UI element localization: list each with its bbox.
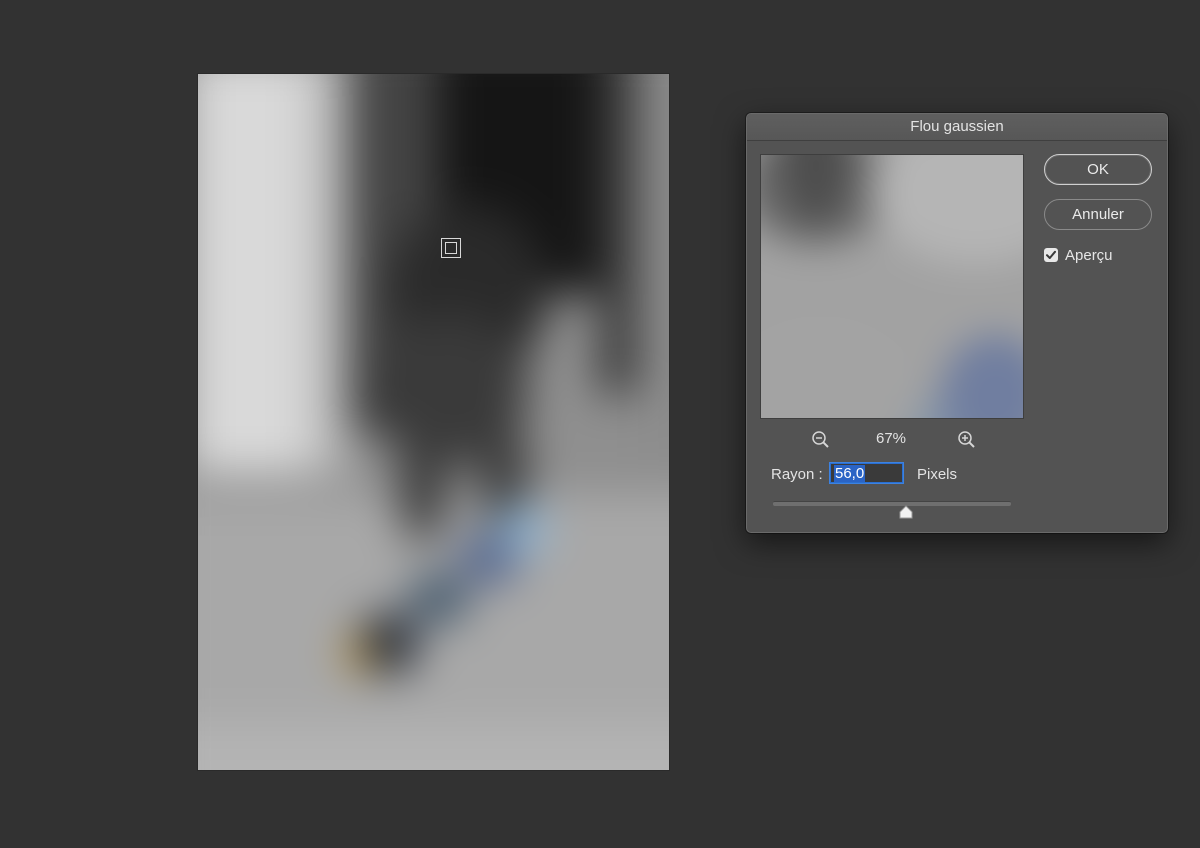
checkbox-checked-icon[interactable]	[1044, 248, 1058, 262]
zoom-in-magnifier-icon[interactable]	[956, 429, 978, 451]
preview-image-content	[761, 155, 1023, 418]
blurred-photo-content	[198, 74, 669, 770]
preview-checkbox-label: Aperçu	[1065, 247, 1113, 264]
zoom-controls: 67%	[760, 426, 1022, 452]
gaussian-blur-dialog: Flou gaussien 67% Rayon: 56,0 Pixels OK…	[746, 113, 1168, 533]
dialog-title: Flou gaussien	[747, 114, 1167, 141]
slider-track[interactable]	[773, 501, 1011, 506]
canvas-image[interactable]	[198, 74, 669, 770]
radius-input[interactable]: 56,0	[830, 463, 903, 483]
preview-area-marker-icon	[441, 238, 461, 258]
radius-unit: Pixels	[917, 466, 958, 483]
zoom-level: 67%	[875, 430, 907, 447]
zoom-out-magnifier-icon[interactable]	[810, 429, 832, 451]
radius-label: Rayon :	[771, 466, 823, 483]
cancel-button[interactable]: Annuler	[1044, 199, 1152, 230]
slider-thumb-icon[interactable]	[898, 505, 914, 519]
ok-button[interactable]: OK	[1044, 154, 1152, 185]
radius-slider[interactable]	[773, 500, 1011, 520]
radius-row: Rayon : 56,0 Pixels	[771, 462, 1141, 488]
radius-value: 56,0	[834, 465, 866, 482]
filter-preview[interactable]	[760, 154, 1024, 419]
preview-checkbox[interactable]: Aperçu	[1044, 246, 1154, 266]
